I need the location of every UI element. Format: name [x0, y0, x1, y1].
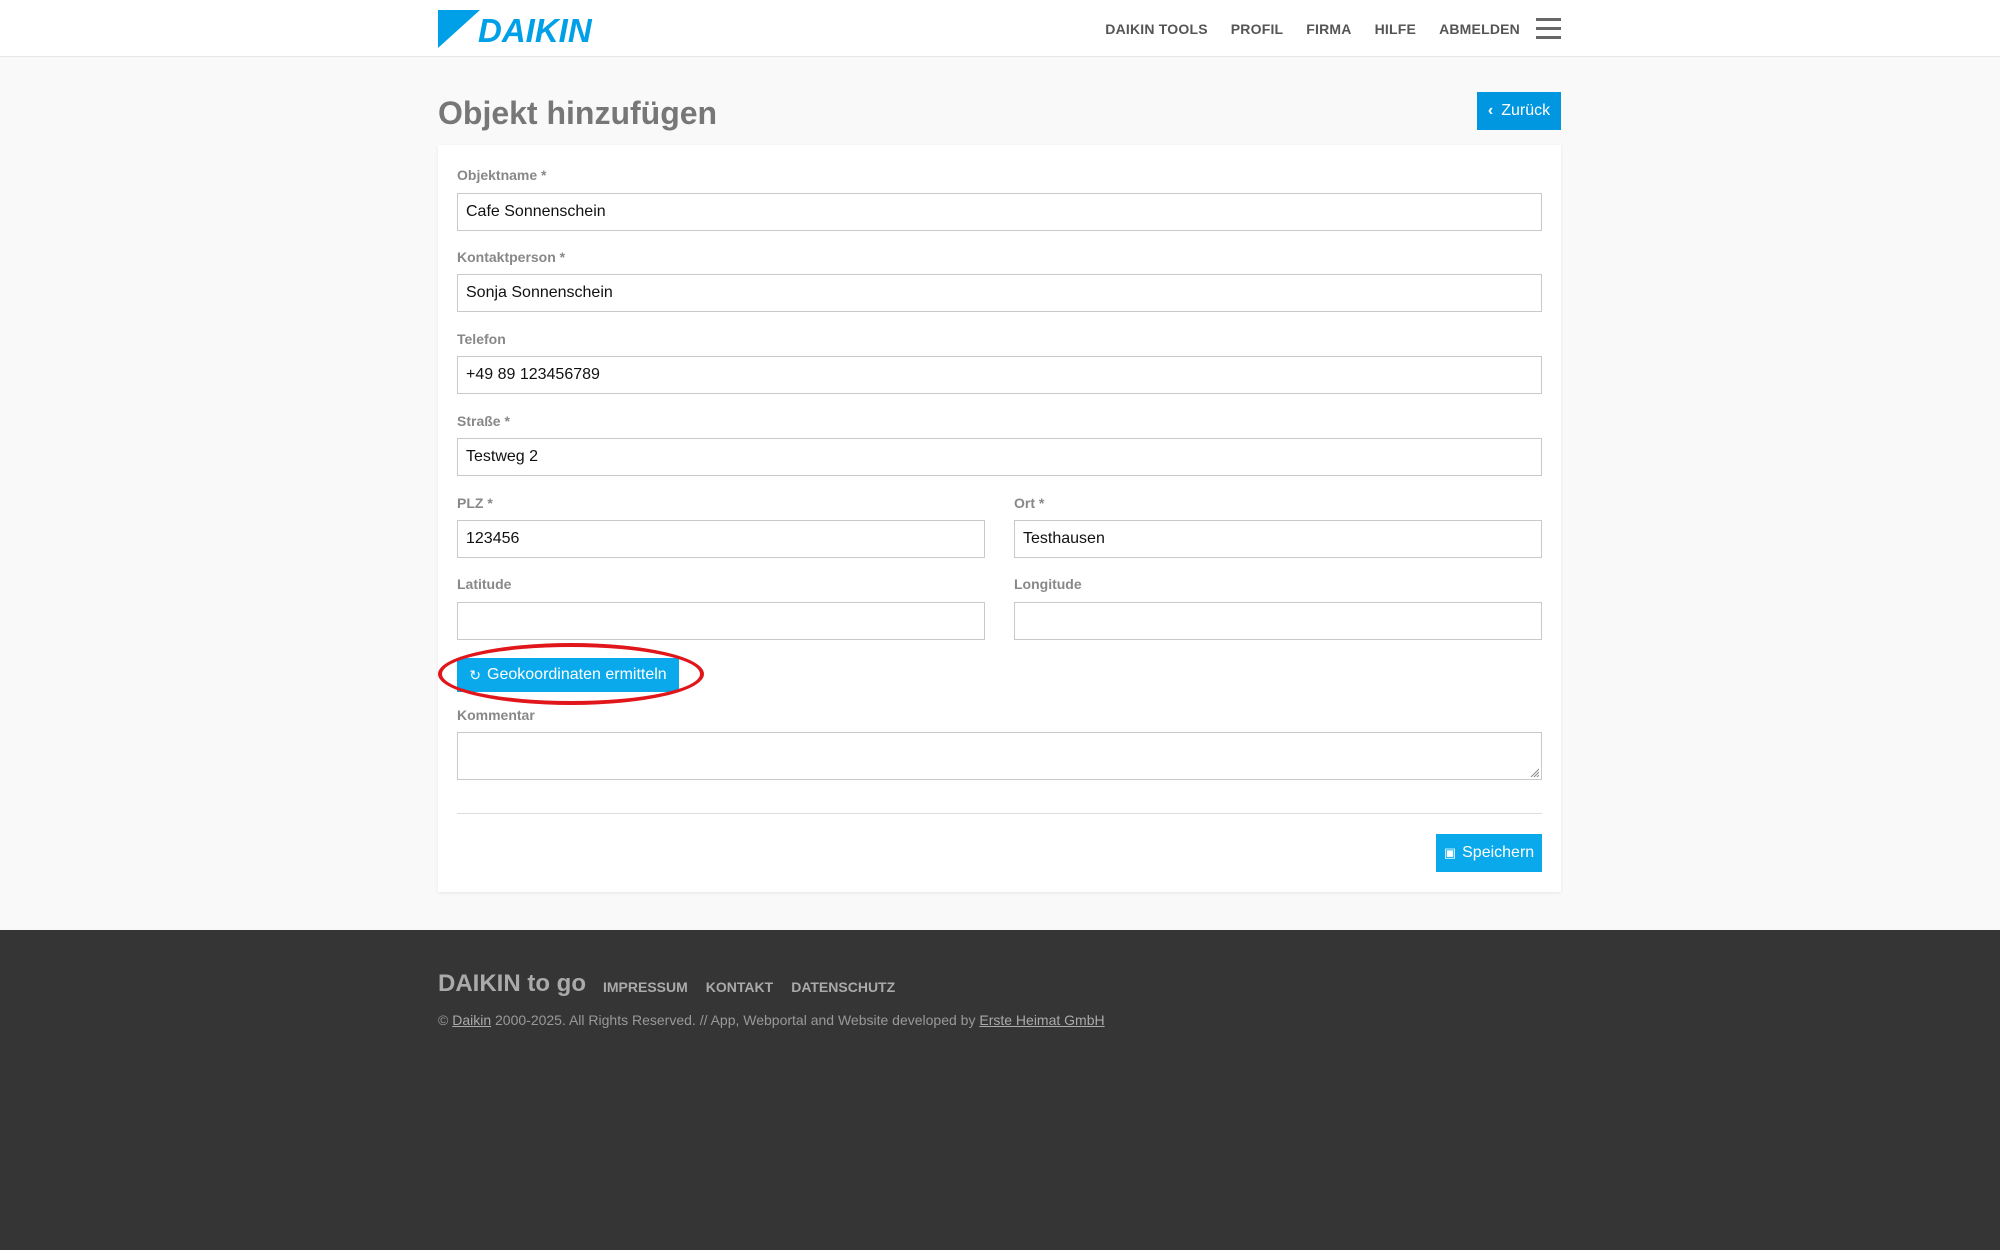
nav-abmelden[interactable]: ABMELDEN — [1439, 21, 1520, 37]
strasse-input[interactable]: Testweg 2 — [457, 438, 1542, 476]
back-button[interactable]: ‹ Zurück — [1477, 92, 1561, 130]
footer-link-daikin[interactable]: Daikin — [452, 1012, 491, 1028]
objektname-label: Objektname * — [457, 167, 547, 183]
nav-profil[interactable]: PROFIL — [1231, 21, 1284, 37]
geokoordinaten-button[interactable]: ↻ Geokoordinaten ermitteln — [457, 658, 679, 692]
footer-copyright: © Daikin 2000-2025. All Rights Reserved.… — [438, 1012, 1105, 1028]
daikin-logo[interactable]: DAIKIN — [438, 10, 632, 49]
kommentar-label: Kommentar — [457, 707, 535, 723]
floppy-disk-icon: ▣ — [1443, 845, 1457, 860]
copyright-text: 2000-2025. All Rights Reserved. // App, … — [495, 1012, 976, 1028]
footer-link-datenschutz[interactable]: DATENSCHUTZ — [791, 979, 895, 995]
longitude-label: Longitude — [1014, 576, 1082, 592]
ort-input[interactable]: Testhausen — [1014, 520, 1542, 558]
save-button[interactable]: ▣ Speichern — [1436, 834, 1542, 872]
resize-grip-icon[interactable] — [1529, 767, 1539, 777]
hamburger-menu-icon[interactable] — [1536, 18, 1561, 39]
strasse-label: Straße * — [457, 413, 510, 429]
footer-brand: DAIKIN to go — [438, 970, 586, 997]
nav-hilfe[interactable]: HILFE — [1375, 21, 1416, 37]
footer-link-erste-heimat[interactable]: Erste Heimat GmbH — [979, 1012, 1104, 1028]
nav-daikin-tools[interactable]: DAIKIN TOOLS — [1105, 21, 1207, 37]
object-form-card: Objektname * Cafe Sonnenschein Kontaktpe… — [438, 145, 1561, 892]
longitude-input[interactable] — [1014, 602, 1542, 640]
plz-label: PLZ * — [457, 495, 493, 511]
nav-firma[interactable]: FIRMA — [1306, 21, 1351, 37]
plz-input[interactable]: 123456 — [457, 520, 985, 558]
main-nav: DAIKIN TOOLS PROFIL FIRMA HILFE ABMELDEN — [1082, 0, 1520, 57]
save-button-label: Speichern — [1462, 844, 1535, 861]
geokoordinaten-button-label: Geokoordinaten ermitteln — [487, 666, 667, 683]
refresh-icon: ↻ — [469, 666, 482, 683]
page-title: Objekt hinzufügen — [438, 95, 718, 131]
footer-link-kontakt[interactable]: KONTAKT — [706, 979, 773, 995]
footer-links: IMPRESSUM KONTAKT DATENSCHUTZ — [603, 979, 913, 995]
telefon-input[interactable]: +49 89 123456789 — [457, 356, 1542, 394]
copyright-symbol: © — [438, 1012, 449, 1028]
telefon-label: Telefon — [457, 331, 506, 347]
latitude-label: Latitude — [457, 576, 512, 592]
footer-link-impressum[interactable]: IMPRESSUM — [603, 979, 688, 995]
svg-text:DAIKIN: DAIKIN — [478, 12, 593, 49]
page-footer: DAIKIN to go IMPRESSUM KONTAKT DATENSCHU… — [0, 930, 2000, 1250]
form-divider — [457, 813, 1542, 814]
kommentar-textarea[interactable] — [457, 732, 1542, 780]
ort-label: Ort * — [1014, 495, 1045, 511]
chevron-left-icon: ‹ — [1487, 102, 1494, 119]
top-header: DAIKIN DAIKIN TOOLS PROFIL FIRMA HILFE A… — [0, 0, 2000, 57]
kontaktperson-input[interactable]: Sonja Sonnenschein — [457, 274, 1542, 312]
kontaktperson-label: Kontaktperson * — [457, 249, 566, 265]
latitude-input[interactable] — [457, 602, 985, 640]
back-button-label: Zurück — [1501, 102, 1551, 119]
objektname-input[interactable]: Cafe Sonnenschein — [457, 193, 1542, 231]
